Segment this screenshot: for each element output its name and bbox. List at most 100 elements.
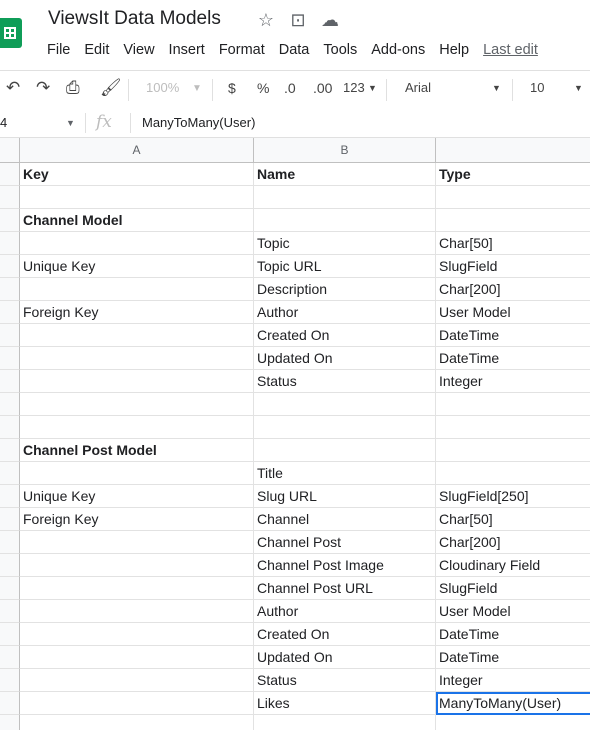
cell-c[interactable]: Char[200]: [436, 531, 590, 554]
cell-a[interactable]: [20, 531, 254, 554]
row-header[interactable]: [0, 600, 20, 623]
cell-b[interactable]: Channel Post Image: [254, 554, 436, 577]
sheets-logo-icon[interactable]: [0, 18, 22, 48]
cell-c[interactable]: SlugField: [436, 577, 590, 600]
document-title[interactable]: ViewsIt Data Models: [48, 8, 221, 30]
row-header[interactable]: [0, 623, 20, 646]
cell-c[interactable]: DateTime: [436, 347, 590, 370]
cell-a[interactable]: Unique Key: [20, 485, 254, 508]
percent-format-button[interactable]: %: [257, 80, 269, 96]
cell-c[interactable]: [436, 462, 590, 485]
cell-a[interactable]: [20, 370, 254, 393]
row-header[interactable]: [0, 416, 20, 439]
cell-c[interactable]: Char[50]: [436, 232, 590, 255]
cell-a[interactable]: Foreign Key: [20, 508, 254, 531]
row-header[interactable]: [0, 508, 20, 531]
cell-a[interactable]: Foreign Key: [20, 301, 254, 324]
cell-b[interactable]: [254, 393, 436, 416]
star-icon[interactable]: ☆: [255, 10, 277, 31]
cell-c[interactable]: [436, 209, 590, 232]
select-all-corner[interactable]: [0, 138, 20, 163]
decrease-decimal-button[interactable]: .0: [284, 80, 296, 96]
cell-b[interactable]: [254, 416, 436, 439]
cell-a[interactable]: [20, 554, 254, 577]
menu-edit[interactable]: Edit: [84, 42, 115, 58]
row-header[interactable]: [0, 278, 20, 301]
cell-b[interactable]: Slug URL: [254, 485, 436, 508]
move-folder-icon[interactable]: ⊡: [287, 10, 309, 31]
row-header[interactable]: [0, 301, 20, 324]
cell-b[interactable]: Channel Post: [254, 531, 436, 554]
column-header-c[interactable]: [436, 138, 590, 163]
cell-a[interactable]: [20, 186, 254, 209]
row-header[interactable]: [0, 347, 20, 370]
cell-b[interactable]: Author: [254, 600, 436, 623]
row-header[interactable]: [0, 692, 20, 715]
spreadsheet-grid[interactable]: A B Key Name Type Channel Model Topic Char[50…: [0, 138, 590, 730]
row-header[interactable]: [0, 669, 20, 692]
cell-b[interactable]: Name: [254, 163, 436, 186]
cell-c[interactable]: Cloudinary Field: [436, 554, 590, 577]
undo-icon[interactable]: ↶: [6, 78, 20, 98]
cell-b[interactable]: [254, 209, 436, 232]
cell-c[interactable]: [436, 186, 590, 209]
cell-c[interactable]: DateTime: [436, 324, 590, 347]
menu-addons[interactable]: Add-ons: [371, 42, 431, 58]
zoom-select[interactable]: 100%: [146, 80, 179, 95]
cell-a[interactable]: [20, 623, 254, 646]
cell-b[interactable]: [254, 186, 436, 209]
row-header[interactable]: [0, 393, 20, 416]
cell-a[interactable]: [20, 324, 254, 347]
cell-b[interactable]: Updated On: [254, 646, 436, 669]
row-header[interactable]: [0, 163, 20, 186]
redo-icon[interactable]: ↷: [36, 78, 50, 98]
cell-c[interactable]: [436, 715, 590, 730]
row-header[interactable]: [0, 439, 20, 462]
cell-c[interactable]: ManyToMany(User): [436, 692, 590, 715]
cell-b[interactable]: Description: [254, 278, 436, 301]
menu-help[interactable]: Help: [439, 42, 475, 58]
cell-c[interactable]: User Model: [436, 600, 590, 623]
row-header[interactable]: [0, 577, 20, 600]
row-header[interactable]: [0, 370, 20, 393]
cell-a[interactable]: Channel Model: [20, 209, 254, 232]
cell-b[interactable]: Topic: [254, 232, 436, 255]
cell-a[interactable]: [20, 600, 254, 623]
cell-b[interactable]: Likes: [254, 692, 436, 715]
name-box[interactable]: 4: [0, 115, 7, 130]
font-family-select[interactable]: Arial: [405, 80, 431, 95]
currency-format-button[interactable]: $: [228, 80, 236, 96]
row-header[interactable]: [0, 715, 20, 730]
cell-a[interactable]: [20, 232, 254, 255]
cell-a[interactable]: [20, 416, 254, 439]
cell-a[interactable]: Unique Key: [20, 255, 254, 278]
cell-a[interactable]: [20, 715, 254, 730]
cell-a[interactable]: [20, 393, 254, 416]
cell-c[interactable]: [436, 439, 590, 462]
row-header[interactable]: [0, 324, 20, 347]
cell-c[interactable]: [436, 393, 590, 416]
menu-data[interactable]: Data: [279, 42, 316, 58]
print-icon[interactable]: ⎙: [66, 78, 80, 98]
font-size-select[interactable]: 10: [530, 80, 544, 95]
cell-c[interactable]: Type: [436, 163, 590, 186]
row-header[interactable]: [0, 186, 20, 209]
row-header[interactable]: [0, 232, 20, 255]
column-header-a[interactable]: A: [20, 138, 254, 163]
cell-a[interactable]: [20, 669, 254, 692]
cell-a[interactable]: [20, 577, 254, 600]
cell-b[interactable]: Updated On: [254, 347, 436, 370]
cell-a[interactable]: [20, 646, 254, 669]
cell-b[interactable]: Channel: [254, 508, 436, 531]
cell-b[interactable]: [254, 715, 436, 730]
cell-a[interactable]: [20, 278, 254, 301]
menu-format[interactable]: Format: [219, 42, 271, 58]
cell-c[interactable]: Integer: [436, 370, 590, 393]
cell-c[interactable]: Integer: [436, 669, 590, 692]
cell-a[interactable]: [20, 692, 254, 715]
menu-insert[interactable]: Insert: [169, 42, 211, 58]
cell-b[interactable]: Status: [254, 669, 436, 692]
cell-c[interactable]: Char[200]: [436, 278, 590, 301]
row-header[interactable]: [0, 462, 20, 485]
cell-c[interactable]: DateTime: [436, 646, 590, 669]
